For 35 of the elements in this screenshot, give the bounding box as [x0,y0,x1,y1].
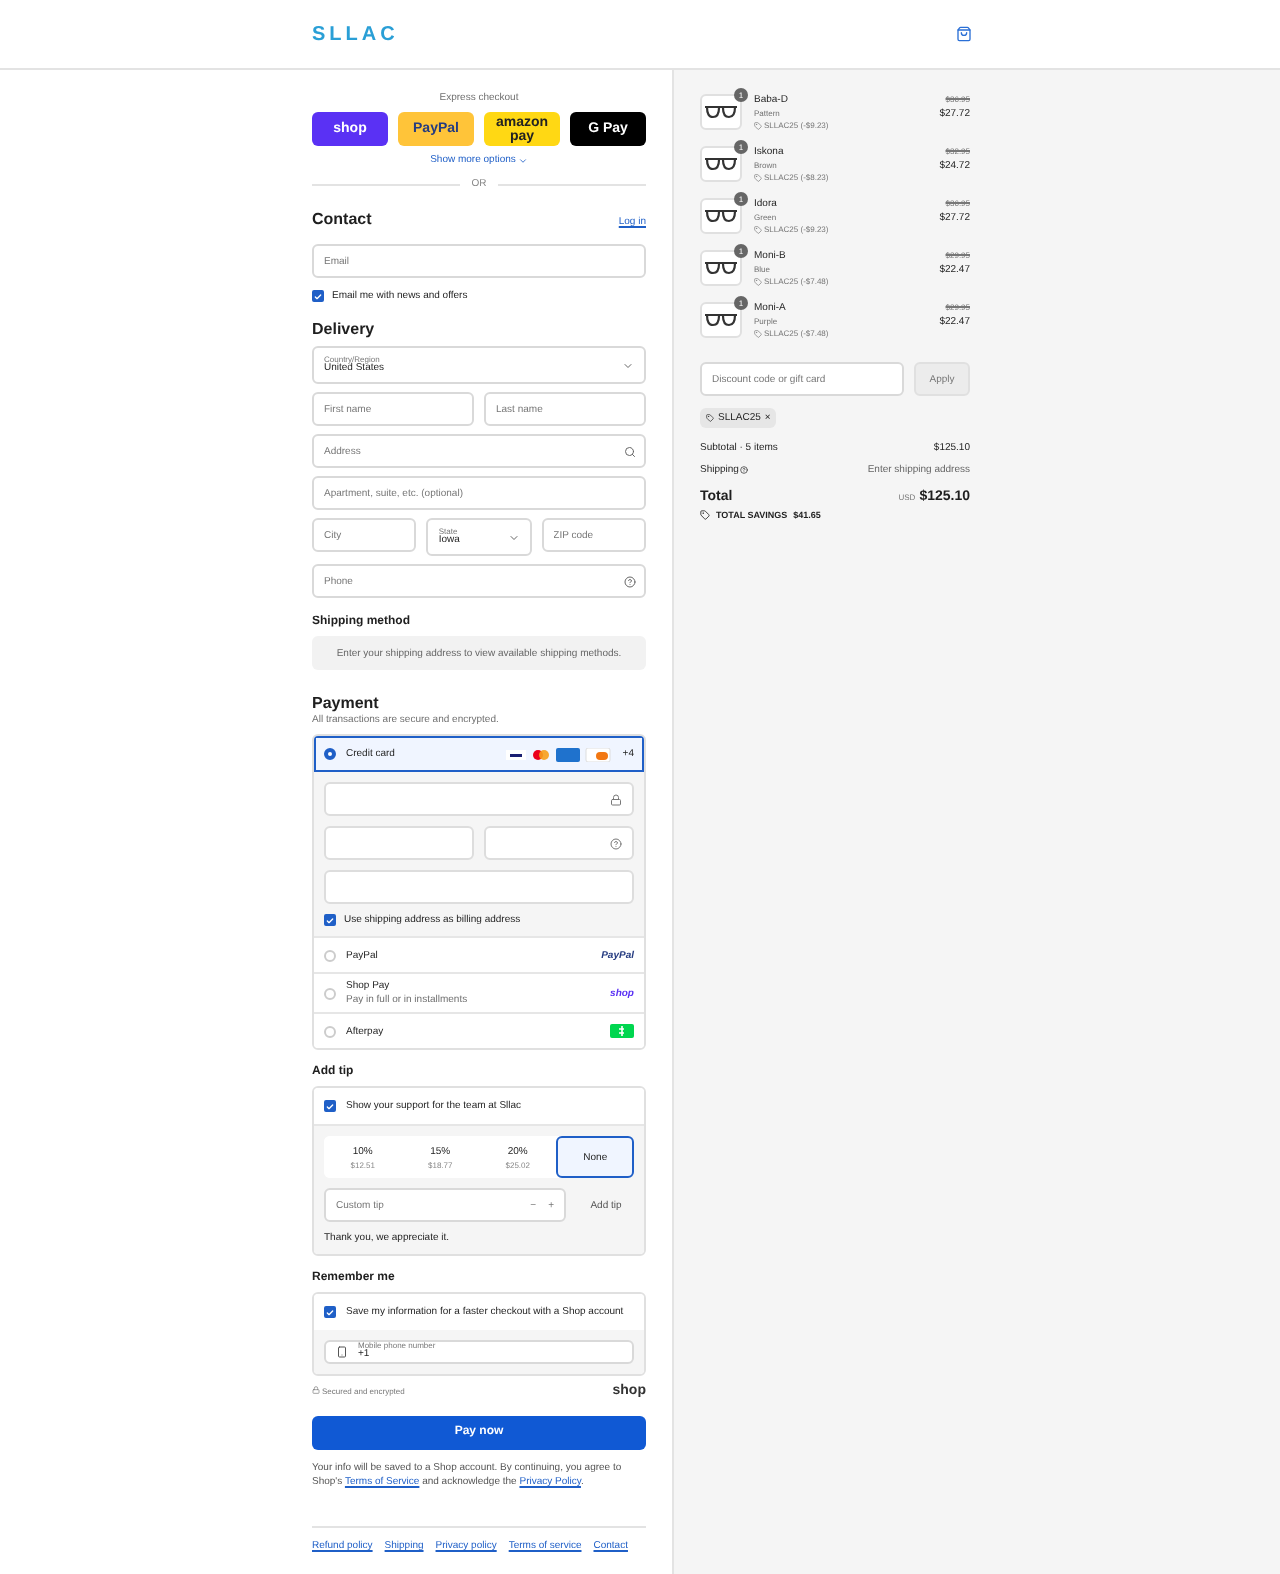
tag-icon [754,225,762,233]
glasses-icon [704,156,738,172]
glasses-icon [704,104,738,120]
search-icon [624,445,636,457]
name-on-card-field[interactable] [324,870,634,904]
glasses-icon [704,208,738,224]
help-icon [610,837,622,849]
chevron-icon [622,359,634,371]
glasses-icon [704,260,738,276]
glasses-icon [704,312,738,328]
lock-icon [610,793,622,805]
tag-icon [700,510,710,520]
lock-icon [312,1386,320,1395]
help-icon [624,575,636,587]
chevron-icon [517,155,528,165]
checkbox[interactable] [324,914,336,926]
tag-icon [754,277,762,285]
cart-icon[interactable] [956,26,972,42]
tag-icon [754,329,762,337]
chevron-icon [507,531,520,543]
phone-icon [336,1345,348,1358]
checkbox[interactable] [324,1306,336,1318]
expiry-field[interactable] [324,826,474,860]
tag-icon [754,121,762,129]
tag-icon [706,414,714,422]
section-heading: Contact [312,210,372,228]
security-code-field[interactable] [484,826,634,860]
card-number-field[interactable] [324,782,634,816]
checkbox[interactable] [312,290,324,302]
tag-icon [754,173,762,181]
checkbox[interactable] [324,1100,336,1112]
help-icon [740,466,749,474]
afterpay-icon [610,1024,634,1038]
section-heading: Delivery [312,320,377,338]
section-heading: Payment [312,694,381,712]
